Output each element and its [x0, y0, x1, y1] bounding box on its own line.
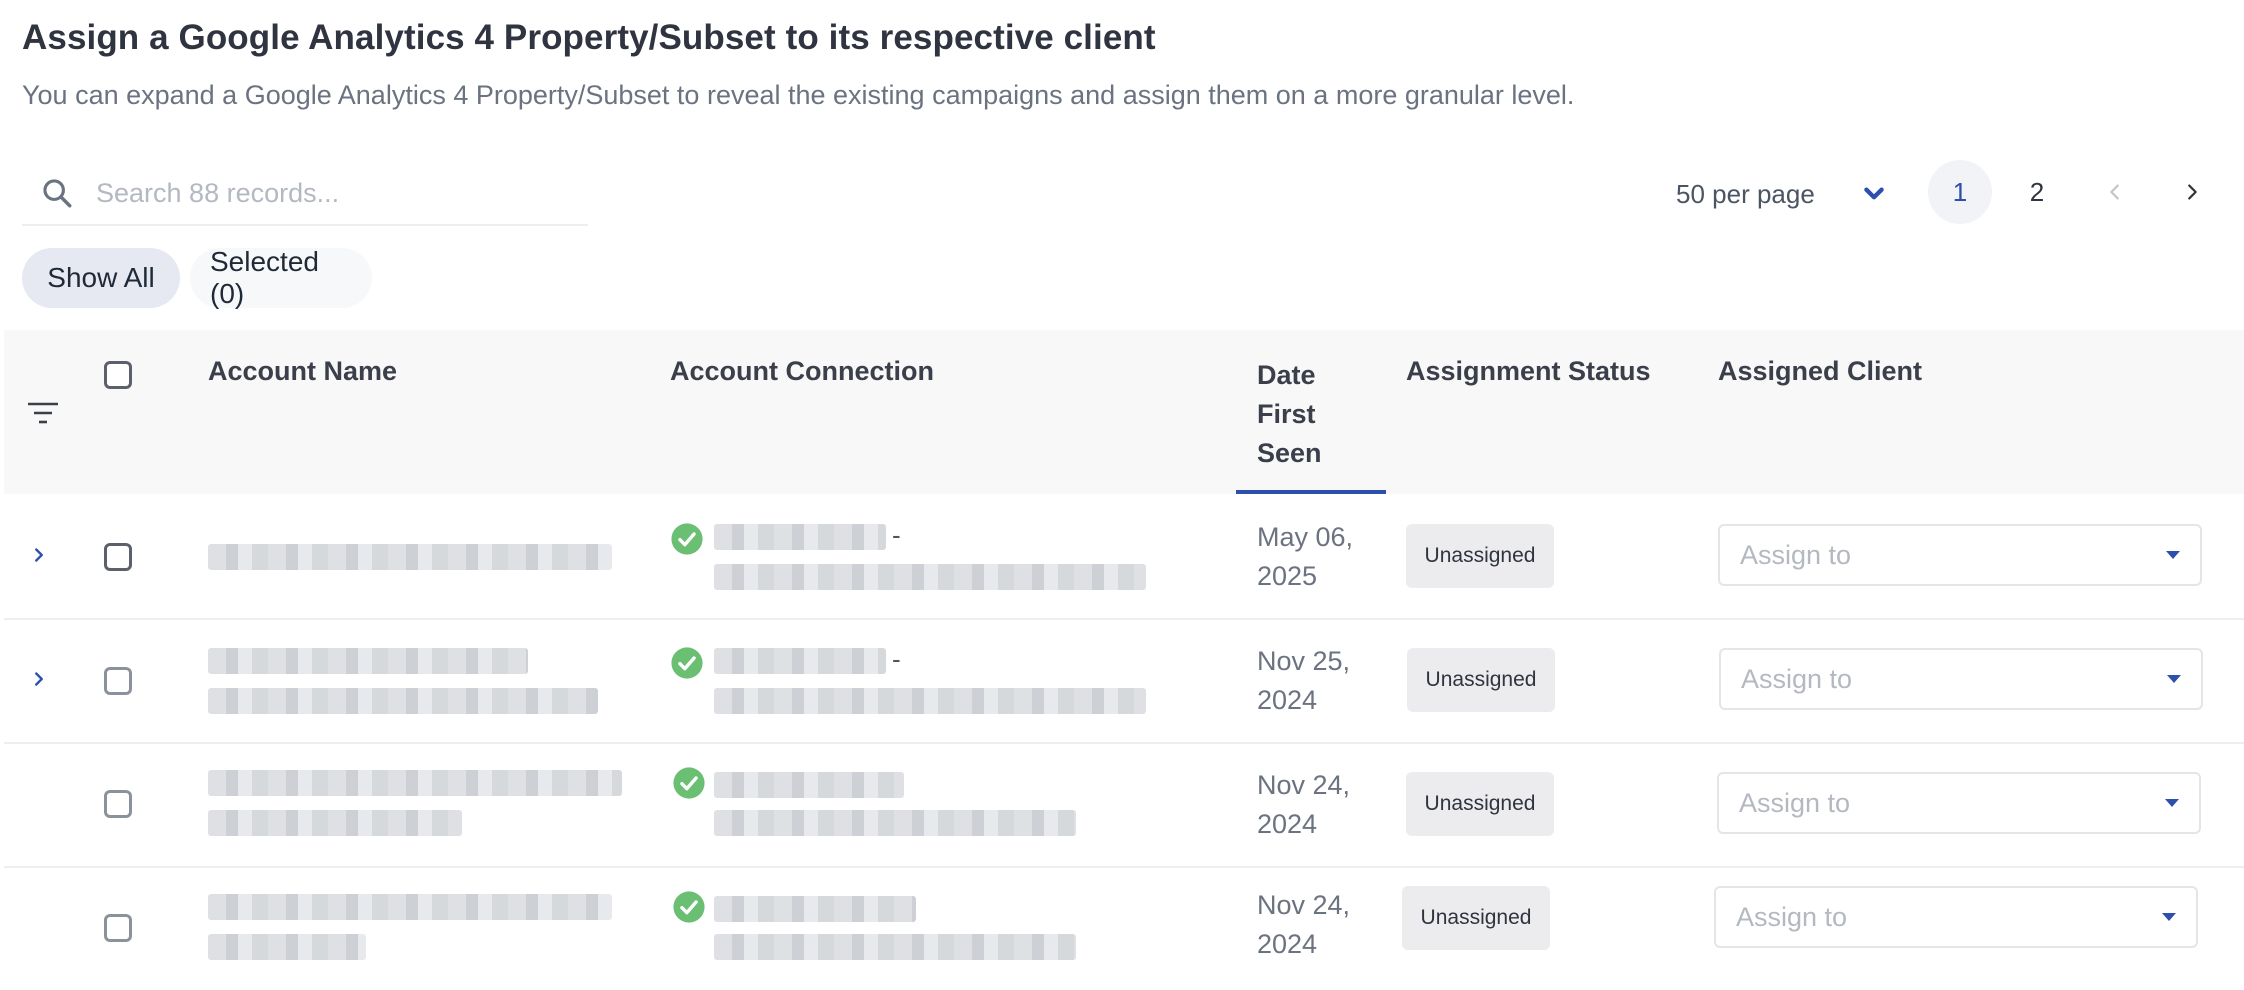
date-line1: Nov 25, [1257, 646, 1351, 676]
assign-client-dropdown[interactable]: Assign to [1714, 886, 2198, 948]
check-circle-icon [671, 647, 703, 679]
col-date-line1: Date [1257, 360, 1316, 390]
show-all-button[interactable]: Show All [22, 248, 180, 308]
status-badge: Unassigned [1406, 772, 1554, 836]
caret-down-icon [2167, 675, 2181, 683]
assign-placeholder: Assign to [1740, 539, 1852, 570]
check-circle-icon [673, 891, 705, 923]
selected-filter-button[interactable]: Selected (0) [190, 246, 372, 309]
assign-placeholder: Assign to [1736, 901, 1848, 932]
check-circle-icon [673, 767, 705, 799]
account-name-redacted [208, 770, 622, 796]
select-all-checkbox[interactable] [104, 361, 132, 389]
status-badge: Unassigned [1402, 886, 1550, 950]
col-date-line2: First [1257, 399, 1316, 429]
search-bar [22, 162, 588, 226]
caret-down-icon [2166, 551, 2180, 559]
date-line1: Nov 24, [1257, 770, 1351, 800]
connection-redacted [714, 564, 1146, 590]
page-1-button[interactable]: 1 [1928, 160, 1992, 224]
date-first-seen: Nov 24, 2024 [1257, 886, 1350, 964]
date-line2: 2024 [1257, 809, 1318, 839]
assign-client-dropdown[interactable]: Assign to [1718, 524, 2202, 586]
date-line1: May 06, [1257, 522, 1354, 552]
caret-down-icon [2165, 799, 2179, 807]
row-checkbox[interactable] [104, 667, 132, 695]
account-name-redacted [208, 810, 462, 836]
date-line2: 2025 [1257, 561, 1318, 591]
date-first-seen: May 06, 2025 [1257, 518, 1353, 596]
chevron-right-icon[interactable] [28, 668, 50, 690]
assign-client-dropdown[interactable]: Assign to [1717, 772, 2201, 834]
col-date-line3: Seen [1257, 438, 1322, 468]
col-assignment-status[interactable]: Assignment Status [1406, 356, 1651, 387]
chevron-down-icon [1864, 187, 1884, 200]
per-page-select[interactable]: 50 per page [1676, 174, 1887, 214]
connection-redacted [714, 896, 916, 922]
page-2-button[interactable]: 2 [2005, 160, 2069, 224]
per-page-label: 50 per page [1676, 178, 1815, 209]
account-name-redacted [208, 544, 612, 570]
connection-redacted [714, 810, 1076, 836]
assign-placeholder: Assign to [1741, 663, 1853, 694]
date-first-seen: Nov 25, 2024 [1257, 642, 1350, 720]
connection-separator: - [892, 644, 901, 674]
date-line2: 2024 [1257, 685, 1318, 715]
status-badge: Unassigned [1406, 524, 1554, 588]
col-assigned-client[interactable]: Assigned Client [1718, 356, 1922, 387]
assign-client-dropdown[interactable]: Assign to [1719, 648, 2203, 710]
date-line1: Nov 24, [1257, 890, 1351, 920]
connection-separator: - [892, 520, 901, 550]
prev-page-button[interactable] [2083, 160, 2147, 224]
account-name-redacted [208, 688, 598, 714]
assign-placeholder: Assign to [1739, 787, 1851, 818]
caret-down-icon [2162, 913, 2176, 921]
account-name-redacted [208, 934, 366, 960]
row-checkbox[interactable] [104, 914, 132, 942]
search-input[interactable] [94, 176, 558, 210]
account-name-redacted [208, 648, 528, 674]
account-name-redacted [208, 894, 612, 920]
connection-redacted [714, 934, 1076, 960]
col-account-connection[interactable]: Account Connection [670, 356, 934, 387]
search-icon [43, 179, 72, 208]
next-page-button[interactable] [2160, 160, 2224, 224]
filter-icon[interactable] [26, 400, 60, 426]
col-account-name[interactable]: Account Name [208, 356, 397, 387]
check-circle-icon [671, 523, 703, 555]
date-first-seen: Nov 24, 2024 [1257, 766, 1350, 844]
connection-redacted [714, 524, 886, 550]
row-checkbox[interactable] [104, 543, 132, 571]
page-subtitle: You can expand a Google Analytics 4 Prop… [22, 80, 1575, 110]
status-badge: Unassigned [1407, 648, 1555, 712]
page-title: Assign a Google Analytics 4 Property/Sub… [22, 18, 1156, 57]
connection-redacted [714, 688, 1146, 714]
chevron-right-icon [2188, 184, 2197, 200]
connection-redacted [714, 648, 886, 674]
date-line2: 2024 [1257, 929, 1318, 959]
col-date-first-seen[interactable]: Date First Seen [1257, 356, 1322, 473]
row-checkbox[interactable] [104, 790, 132, 818]
table-header [4, 330, 2244, 494]
chevron-right-icon[interactable] [28, 544, 50, 566]
connection-redacted [714, 772, 904, 798]
chevron-left-icon [2110, 184, 2119, 200]
